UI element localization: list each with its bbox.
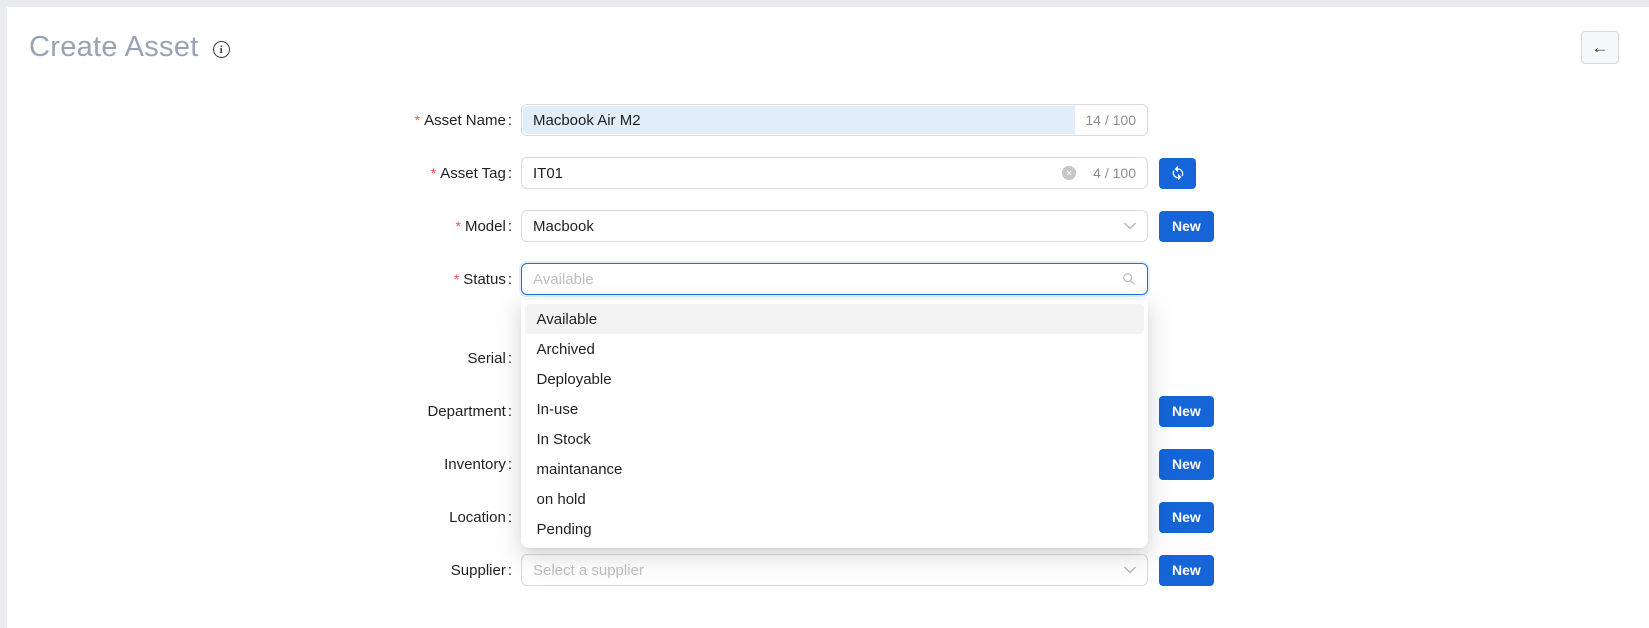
new-location-button[interactable]: New: [1159, 502, 1214, 533]
inventory-label: Inventory:: [7, 456, 521, 473]
serial-label: Serial:: [7, 350, 521, 367]
label-colon: :: [508, 165, 512, 182]
required-mark: *: [454, 271, 459, 287]
department-label-text: Department: [427, 403, 505, 420]
asset-name-label: *Asset Name:: [7, 112, 521, 129]
status-dropdown: Available Archived Deployable In-use In …: [521, 300, 1148, 548]
label-colon: :: [508, 403, 512, 420]
supplier-placeholder: Select a supplier: [533, 562, 1124, 579]
form-row-asset-tag: *Asset Tag: IT01 ✕ 4 / 100: [7, 157, 1649, 189]
department-label: Department:: [7, 403, 521, 420]
form-row-model: *Model: Macbook New: [7, 210, 1649, 242]
refresh-icon: [1170, 165, 1186, 181]
chevron-down-icon: [1124, 222, 1136, 230]
asset-tag-value: IT01: [533, 165, 1062, 182]
status-label-text: Status: [463, 271, 506, 288]
new-inventory-button[interactable]: New: [1159, 449, 1214, 480]
label-colon: :: [508, 456, 512, 473]
inventory-label-text: Inventory: [444, 456, 506, 473]
model-select[interactable]: Macbook: [521, 210, 1148, 242]
asset-tag-label-text: Asset Tag: [440, 165, 506, 182]
label-colon: :: [508, 350, 512, 367]
asset-name-counter: 14 / 100: [1085, 112, 1136, 128]
new-model-button[interactable]: New: [1159, 211, 1214, 242]
back-arrow-icon: ←: [1592, 38, 1609, 58]
label-colon: :: [508, 112, 512, 129]
model-label-text: Model: [465, 218, 506, 235]
serial-label-text: Serial: [467, 350, 505, 367]
required-mark: *: [456, 218, 461, 234]
asset-name-value: Macbook Air M2: [523, 106, 1075, 134]
status-option[interactable]: Available: [525, 304, 1144, 334]
chevron-down-icon: [1124, 566, 1136, 574]
supplier-label-text: Supplier: [451, 562, 506, 579]
asset-tag-label: *Asset Tag:: [7, 165, 521, 182]
location-label: Location:: [7, 509, 521, 526]
status-option[interactable]: on hold: [525, 484, 1144, 514]
form-row-asset-name: *Asset Name: Macbook Air M2 14 / 100: [7, 104, 1649, 136]
required-mark: *: [415, 112, 420, 128]
create-asset-page: Create Asset i ← *Asset Name: Macbook Ai…: [7, 7, 1649, 628]
label-colon: :: [508, 218, 512, 235]
asset-name-input[interactable]: Macbook Air M2 14 / 100: [521, 104, 1148, 136]
clear-icon[interactable]: ✕: [1062, 166, 1076, 180]
location-label-text: Location: [449, 509, 506, 526]
create-asset-form: *Asset Name: Macbook Air M2 14 / 100 *As…: [7, 104, 1649, 586]
asset-name-label-text: Asset Name: [424, 112, 506, 129]
supplier-select[interactable]: Select a supplier: [521, 554, 1148, 586]
back-button[interactable]: ←: [1581, 31, 1619, 64]
status-option[interactable]: In-use: [525, 394, 1144, 424]
status-option[interactable]: maintanance: [525, 454, 1144, 484]
status-option[interactable]: Deployable: [525, 364, 1144, 394]
search-icon: [1122, 272, 1136, 286]
generate-tag-button[interactable]: [1159, 158, 1196, 189]
status-option[interactable]: In Stock: [525, 424, 1144, 454]
supplier-label: Supplier:: [7, 562, 521, 579]
status-label: *Status:: [7, 271, 521, 288]
info-icon[interactable]: i: [213, 41, 230, 58]
label-colon: :: [508, 562, 512, 579]
new-department-button[interactable]: New: [1159, 396, 1214, 427]
form-row-status: *Status: Available Available Archived De…: [7, 263, 1649, 295]
status-option[interactable]: Archived: [525, 334, 1144, 364]
status-select[interactable]: Available Available Archived Deployable …: [521, 263, 1148, 295]
model-label: *Model:: [7, 218, 521, 235]
status-option[interactable]: Pending: [525, 514, 1144, 544]
model-value: Macbook: [533, 218, 1124, 235]
asset-tag-input[interactable]: IT01 ✕ 4 / 100: [521, 157, 1148, 189]
label-colon: :: [508, 271, 512, 288]
page-title: Create Asset: [29, 31, 199, 64]
asset-tag-counter: 4 / 100: [1093, 165, 1136, 181]
label-colon: :: [508, 509, 512, 526]
required-mark: *: [431, 165, 436, 181]
new-supplier-button[interactable]: New: [1159, 555, 1214, 586]
status-placeholder: Available: [533, 271, 1122, 288]
page-header: Create Asset i ←: [7, 7, 1649, 64]
form-row-supplier: Supplier: Select a supplier New: [7, 554, 1649, 586]
